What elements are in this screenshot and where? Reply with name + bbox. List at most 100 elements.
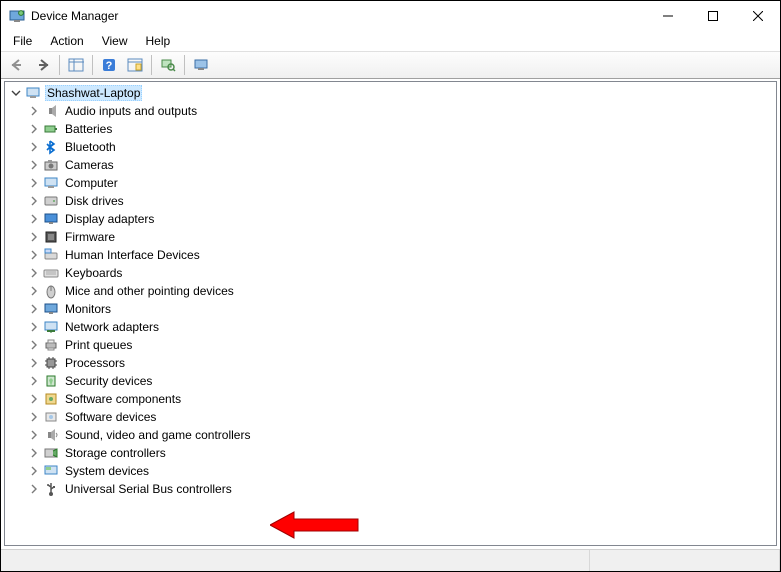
expand-icon[interactable] <box>27 176 41 190</box>
tree-item-label[interactable]: Audio inputs and outputs <box>63 104 199 118</box>
titlebar: Device Manager <box>1 1 780 31</box>
tree-item[interactable]: Security devices <box>5 372 776 390</box>
tree-item[interactable]: Keyboards <box>5 264 776 282</box>
expand-icon[interactable] <box>27 302 41 316</box>
expand-icon[interactable] <box>27 428 41 442</box>
tree-item-label[interactable]: Mice and other pointing devices <box>63 284 236 298</box>
tree-item[interactable]: Computer <box>5 174 776 192</box>
show-hide-tree-button[interactable] <box>64 53 88 77</box>
hid-icon <box>43 247 59 263</box>
tree-item[interactable]: Cameras <box>5 156 776 174</box>
tree-item[interactable]: Software devices <box>5 408 776 426</box>
menu-help[interactable]: Help <box>138 32 179 50</box>
tree-item[interactable]: Firmware <box>5 228 776 246</box>
tree-item[interactable]: Sound, video and game controllers <box>5 426 776 444</box>
menu-action[interactable]: Action <box>42 32 91 50</box>
menu-file[interactable]: File <box>5 32 40 50</box>
expand-icon[interactable] <box>27 194 41 208</box>
tree-item-label[interactable]: Keyboards <box>63 266 124 280</box>
tree-root[interactable]: Shashwat-Laptop <box>5 84 776 102</box>
expand-icon[interactable] <box>27 248 41 262</box>
scan-hardware-button[interactable] <box>156 53 180 77</box>
tree-item-label[interactable]: Software devices <box>63 410 158 424</box>
tree-item[interactable]: Bluetooth <box>5 138 776 156</box>
keyboard-icon <box>43 265 59 281</box>
tree-item-label[interactable]: Batteries <box>63 122 114 136</box>
expand-icon[interactable] <box>27 482 41 496</box>
forward-button[interactable] <box>31 53 55 77</box>
menu-bar: File Action View Help <box>1 31 780 51</box>
tree-item[interactable]: Monitors <box>5 300 776 318</box>
expand-icon[interactable] <box>27 104 41 118</box>
tree-item-label[interactable]: Sound, video and game controllers <box>63 428 252 442</box>
device-tree[interactable]: Shashwat-Laptop Audio inputs and outputs… <box>5 82 776 545</box>
tree-item[interactable]: Audio inputs and outputs <box>5 102 776 120</box>
expand-icon[interactable] <box>27 410 41 424</box>
expand-icon[interactable] <box>27 356 41 370</box>
menu-view[interactable]: View <box>94 32 136 50</box>
tree-item-label[interactable]: Print queues <box>63 338 134 352</box>
expand-icon[interactable] <box>27 158 41 172</box>
security-icon <box>43 373 59 389</box>
expand-icon[interactable] <box>27 392 41 406</box>
audio-icon <box>43 103 59 119</box>
help-button[interactable]: ? <box>97 53 121 77</box>
tree-item-label[interactable]: Cameras <box>63 158 116 172</box>
tree-item[interactable]: Universal Serial Bus controllers <box>5 480 776 498</box>
monitor-icon <box>43 301 59 317</box>
tree-item-label[interactable]: Universal Serial Bus controllers <box>63 482 234 496</box>
window-controls <box>645 1 780 31</box>
tree-item[interactable]: Processors <box>5 354 776 372</box>
expand-icon[interactable] <box>27 212 41 226</box>
computer-icon <box>43 175 59 191</box>
tree-item-label[interactable]: Processors <box>63 356 127 370</box>
tree-item-label[interactable]: Monitors <box>63 302 113 316</box>
tree-item-label[interactable]: System devices <box>63 464 151 478</box>
toolbar-separator <box>184 55 185 75</box>
tree-item-label[interactable]: Human Interface Devices <box>63 248 202 262</box>
status-bar <box>1 549 780 571</box>
expand-icon[interactable] <box>27 122 41 136</box>
back-button[interactable] <box>5 53 29 77</box>
tree-item-label[interactable]: Bluetooth <box>63 140 118 154</box>
expand-icon[interactable] <box>27 320 41 334</box>
tree-item[interactable]: Display adapters <box>5 210 776 228</box>
tree-item[interactable]: Print queues <box>5 336 776 354</box>
properties-button[interactable] <box>123 53 147 77</box>
devices-button[interactable] <box>189 53 213 77</box>
expand-icon[interactable] <box>27 266 41 280</box>
tree-item[interactable]: Disk drives <box>5 192 776 210</box>
tree-item[interactable]: Human Interface Devices <box>5 246 776 264</box>
tree-item[interactable]: Batteries <box>5 120 776 138</box>
tree-item[interactable]: Mice and other pointing devices <box>5 282 776 300</box>
tree-item-label[interactable]: Security devices <box>63 374 154 388</box>
expand-icon[interactable] <box>27 464 41 478</box>
close-button[interactable] <box>735 1 780 31</box>
tree-item-label[interactable]: Disk drives <box>63 194 126 208</box>
minimize-button[interactable] <box>645 1 690 31</box>
expand-icon[interactable] <box>27 284 41 298</box>
maximize-button[interactable] <box>690 1 735 31</box>
tree-item[interactable]: System devices <box>5 462 776 480</box>
tree-item-label[interactable]: Computer <box>63 176 120 190</box>
expand-icon[interactable] <box>27 140 41 154</box>
tree-root-label[interactable]: Shashwat-Laptop <box>45 85 142 101</box>
tree-item[interactable]: Software components <box>5 390 776 408</box>
tree-item-label[interactable]: Software components <box>63 392 183 406</box>
svg-text:?: ? <box>106 60 113 72</box>
expand-icon[interactable] <box>27 338 41 352</box>
tree-item[interactable]: Network adapters <box>5 318 776 336</box>
app-icon <box>9 8 25 24</box>
swdev-icon <box>43 409 59 425</box>
expand-icon[interactable] <box>27 374 41 388</box>
collapse-icon[interactable] <box>9 86 23 100</box>
tree-item-label[interactable]: Display adapters <box>63 212 156 226</box>
tree-item-label[interactable]: Storage controllers <box>63 446 168 460</box>
display-icon <box>43 211 59 227</box>
expand-icon[interactable] <box>27 230 41 244</box>
tree-item[interactable]: Storage controllers <box>5 444 776 462</box>
tree-item-label[interactable]: Network adapters <box>63 320 161 334</box>
tree-item-label[interactable]: Firmware <box>63 230 117 244</box>
expand-icon[interactable] <box>27 446 41 460</box>
camera-icon <box>43 157 59 173</box>
